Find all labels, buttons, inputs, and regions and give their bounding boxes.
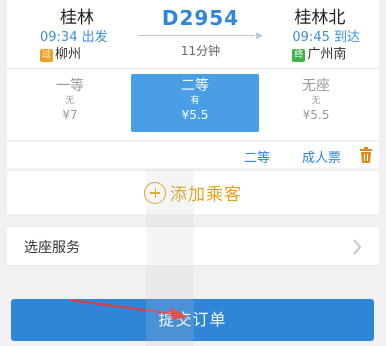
chevron-right-icon (353, 239, 362, 255)
departure-via-station: 柳州 (55, 47, 82, 62)
departure-station: 桂林 09:34 出发 过 柳州 (40, 8, 108, 63)
seat-price: ¥7 (62, 108, 78, 122)
seat-price: ¥5.5 (181, 108, 209, 122)
seat-name: 二等 (181, 78, 209, 94)
seat-name: 无座 (302, 78, 330, 94)
train-info: D2954 ▶ 11分钟 (138, 6, 263, 59)
add-passenger-button[interactable]: 添加乘客 (7, 170, 379, 214)
seat-availability: 无 (65, 96, 75, 106)
departure-via: 过 柳州 (40, 47, 108, 63)
seat-option-no-seat[interactable]: 无座 无 ¥5.5 (273, 74, 359, 132)
trip-duration: 11分钟 (180, 44, 221, 58)
seat-name: 一等 (56, 78, 84, 94)
seat-availability: 有 (190, 96, 200, 106)
order-screen: 桂林 09:34 出发 过 柳州 D2954 ▶ 11分钟 桂林北 09:45 … (0, 0, 386, 346)
seat-option-second-class[interactable]: 二等 有 ¥5.5 (131, 74, 259, 132)
seat-price: ¥5.5 (302, 108, 330, 122)
arrival-time: 09:45 到达 (292, 30, 360, 45)
passenger-seat-class[interactable]: 二等 (244, 147, 270, 166)
trash-icon[interactable] (359, 147, 373, 163)
departure-station-name: 桂林 (60, 8, 94, 28)
train-header: 桂林 09:34 出发 过 柳州 D2954 ▶ 11分钟 桂林北 09:45 … (7, 0, 379, 68)
passenger-ticket-type[interactable]: 成人票 (302, 147, 341, 166)
arrival-terminal-station: 广州南 (307, 47, 347, 62)
seat-option-first-class[interactable]: 一等 无 ¥7 (27, 74, 113, 132)
add-passenger-label: 添加乘客 (170, 185, 242, 205)
seat-service-row[interactable]: 选座服务 (7, 226, 379, 266)
seat-service-label: 选座服务 (24, 240, 80, 256)
route-arrow-icon: ▶ (138, 31, 263, 41)
passenger-row: 二等 成人票 (7, 142, 379, 168)
arrival-station-name: 桂林北 (294, 8, 346, 28)
arrival-via: 终 广州南 (292, 47, 360, 63)
terminal-badge-icon: 终 (292, 48, 306, 62)
arrival-station: 桂林北 09:45 到达 终 广州南 (292, 8, 360, 63)
seat-class-selector: 一等 无 ¥7 二等 有 ¥5.5 无座 无 ¥5.5 (7, 68, 379, 140)
submit-order-button[interactable]: 提交订单 (11, 299, 374, 341)
plus-circle-icon (144, 181, 166, 204)
departure-time: 09:34 出发 (40, 30, 108, 45)
seat-availability: 无 (311, 96, 321, 106)
train-number: D2954 (161, 6, 240, 30)
pass-badge-icon: 过 (40, 48, 53, 62)
